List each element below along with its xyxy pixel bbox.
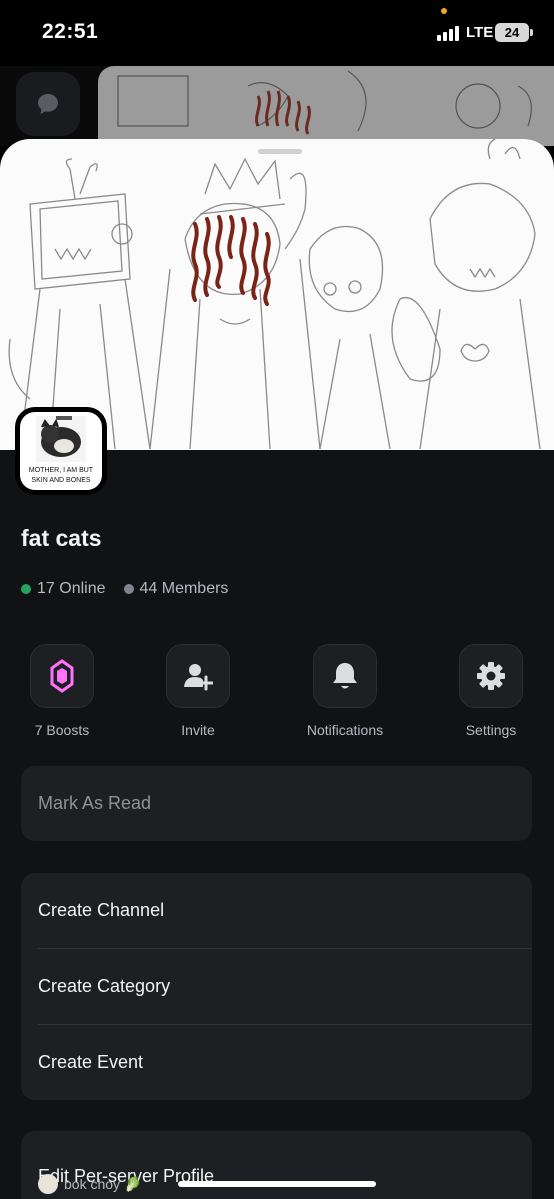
- server-name: fat cats: [21, 525, 102, 551]
- chat-bubble-icon: [38, 94, 58, 114]
- status-bar: 22:51 LTE 24: [0, 0, 554, 66]
- online-count: 17 Online: [37, 580, 106, 597]
- direct-messages-button[interactable]: [16, 72, 80, 136]
- sketch-art-peek: [117, 70, 532, 135]
- create-menu-card: Create Channel Create Category Create Ev…: [21, 873, 532, 1100]
- boosts-action[interactable]: 7 Boosts: [12, 644, 112, 738]
- members-dot: [123, 584, 134, 594]
- server-stats: 17 Online 44 Members: [21, 580, 228, 598]
- nickname-emoji: 🥬: [124, 1175, 142, 1192]
- create-event-button[interactable]: Create Event: [21, 1025, 532, 1100]
- invite-action[interactable]: Invite: [148, 644, 248, 738]
- network-type: LTE: [466, 24, 494, 41]
- settings-button[interactable]: [459, 644, 523, 708]
- notifications-label: Notifications: [306, 722, 384, 738]
- server-icon-caption-1: MOTHER, I AM BUT: [28, 467, 94, 474]
- server-icon[interactable]: MOTHER, I AM BUT SKIN AND BONES: [20, 412, 102, 490]
- server-banner: [0, 139, 554, 450]
- notifications-action[interactable]: Notifications: [295, 644, 395, 738]
- boosts-label: 7 Boosts: [34, 722, 90, 738]
- add-user-icon: [184, 664, 213, 691]
- home-indicator[interactable]: [178, 1181, 376, 1187]
- gear-icon: [477, 662, 505, 690]
- status-time: 22:51: [42, 20, 99, 43]
- boost-gem-icon: [50, 659, 74, 693]
- battery-icon: 24: [495, 23, 529, 42]
- create-channel-button[interactable]: Create Channel: [21, 873, 532, 948]
- invite-button[interactable]: [166, 644, 230, 708]
- background-server-banner: [98, 66, 554, 146]
- server-icon-caption-2: SKIN AND BONES: [31, 477, 91, 484]
- nickname: bok choy: [64, 1176, 121, 1192]
- server-menu-sheet: MOTHER, I AM BUT SKIN AND BONES fat cats…: [0, 139, 554, 1199]
- create-category-button[interactable]: Create Category: [21, 949, 532, 1024]
- settings-label: Settings: [465, 722, 517, 738]
- settings-action[interactable]: Settings: [441, 644, 541, 738]
- battery-tip: [530, 29, 533, 36]
- cellular-signal-icon: [437, 25, 463, 41]
- mark-as-read-card: Mark As Read: [21, 766, 532, 841]
- privacy-indicator-dot: [441, 8, 447, 14]
- online-status-dot: [21, 584, 31, 594]
- invite-label: Invite: [181, 722, 215, 738]
- sheet-grabber[interactable]: [258, 149, 302, 154]
- mark-as-read-button[interactable]: Mark As Read: [21, 766, 532, 841]
- notifications-button[interactable]: [313, 644, 377, 708]
- bell-icon: [333, 663, 357, 689]
- nickname-row: bok choy 🥬: [38, 1174, 141, 1194]
- server-banner-artwork: [8, 139, 541, 450]
- member-count: 44 Members: [139, 580, 229, 597]
- boosts-button[interactable]: [30, 644, 94, 708]
- avatar: [38, 1174, 58, 1194]
